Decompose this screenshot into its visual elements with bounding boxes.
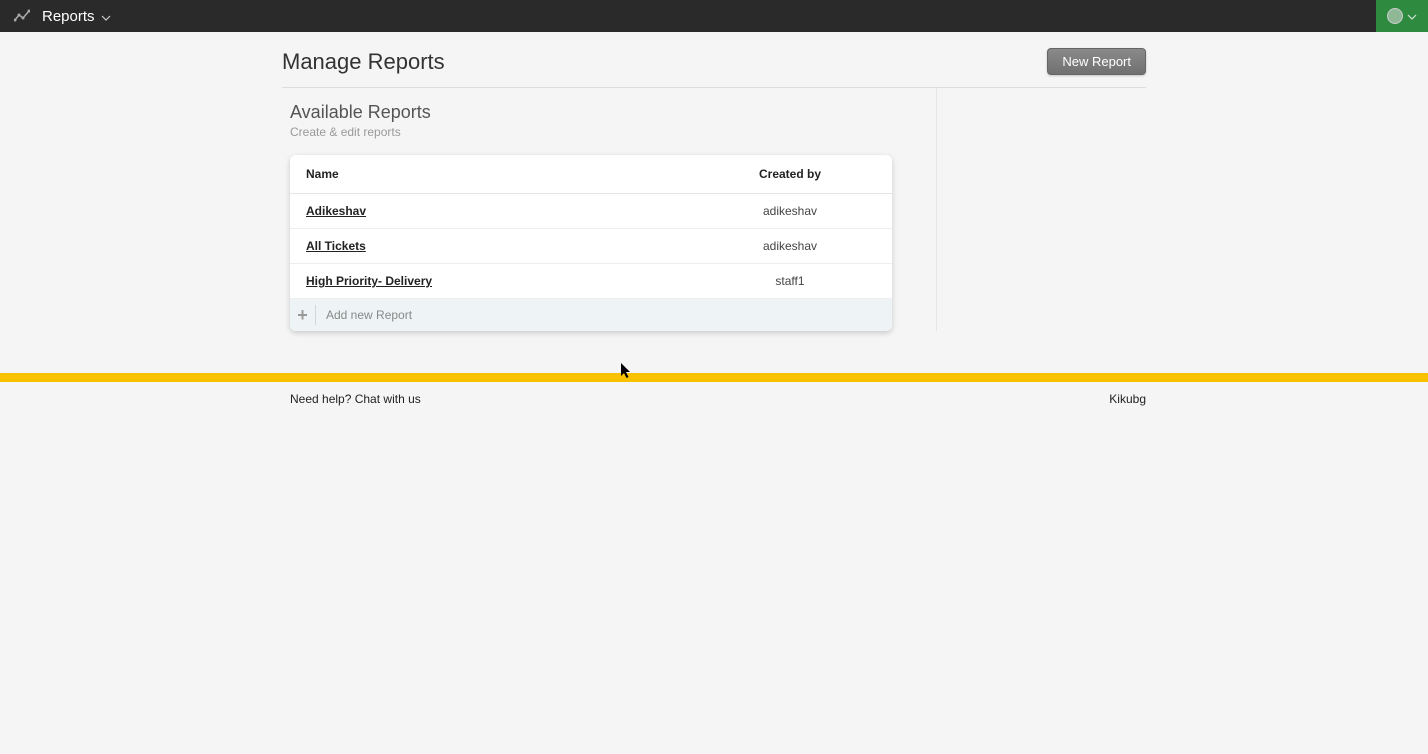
report-link[interactable]: All Tickets	[306, 239, 704, 253]
table-row: All Tickets adikeshav	[290, 229, 892, 264]
topbar-title-text: Reports	[42, 8, 95, 25]
help-link[interactable]: Need help? Chat with us	[290, 392, 421, 406]
main-content: Manage Reports New Report Available Repo…	[0, 32, 1428, 416]
divider-bar	[0, 373, 1428, 382]
user-menu[interactable]	[1376, 0, 1428, 32]
column-header-created-by: Created by	[704, 167, 876, 181]
table-row: High Priority- Delivery staff1	[290, 264, 892, 299]
column-header-name: Name	[306, 167, 704, 181]
report-link[interactable]: Adikeshav	[306, 204, 704, 218]
report-creator: staff1	[704, 274, 876, 288]
section-title: Available Reports	[290, 102, 936, 123]
analytics-icon	[14, 9, 30, 23]
left-panel: Available Reports Create & edit reports …	[282, 88, 937, 331]
report-link[interactable]: High Priority- Delivery	[306, 274, 704, 288]
reports-dropdown[interactable]: Reports	[42, 8, 111, 25]
table-row: Adikeshav adikeshav	[290, 194, 892, 229]
plus-icon: +	[296, 305, 316, 325]
top-navbar: Reports	[0, 0, 1428, 32]
brand-label: Kikubg	[1109, 392, 1146, 406]
section-subtitle: Create & edit reports	[290, 125, 936, 139]
chevron-down-icon	[101, 8, 111, 25]
report-creator: adikeshav	[704, 239, 876, 253]
table-header: Name Created by	[290, 155, 892, 194]
footer: Need help? Chat with us Kikubg	[0, 382, 1428, 416]
new-report-button[interactable]: New Report	[1047, 48, 1146, 75]
page-title: Manage Reports	[282, 49, 445, 75]
chevron-down-icon	[1407, 7, 1417, 25]
add-new-report-label: Add new Report	[326, 308, 412, 322]
content-area: Available Reports Create & edit reports …	[282, 88, 1146, 331]
add-new-report-row[interactable]: + Add new Report	[290, 299, 892, 331]
right-panel	[937, 88, 1146, 331]
topbar-left: Reports	[14, 8, 111, 25]
page-header: Manage Reports New Report	[282, 32, 1146, 88]
report-creator: adikeshav	[704, 204, 876, 218]
avatar-icon	[1387, 8, 1403, 24]
reports-card: Name Created by Adikeshav adikeshav All …	[290, 155, 892, 331]
